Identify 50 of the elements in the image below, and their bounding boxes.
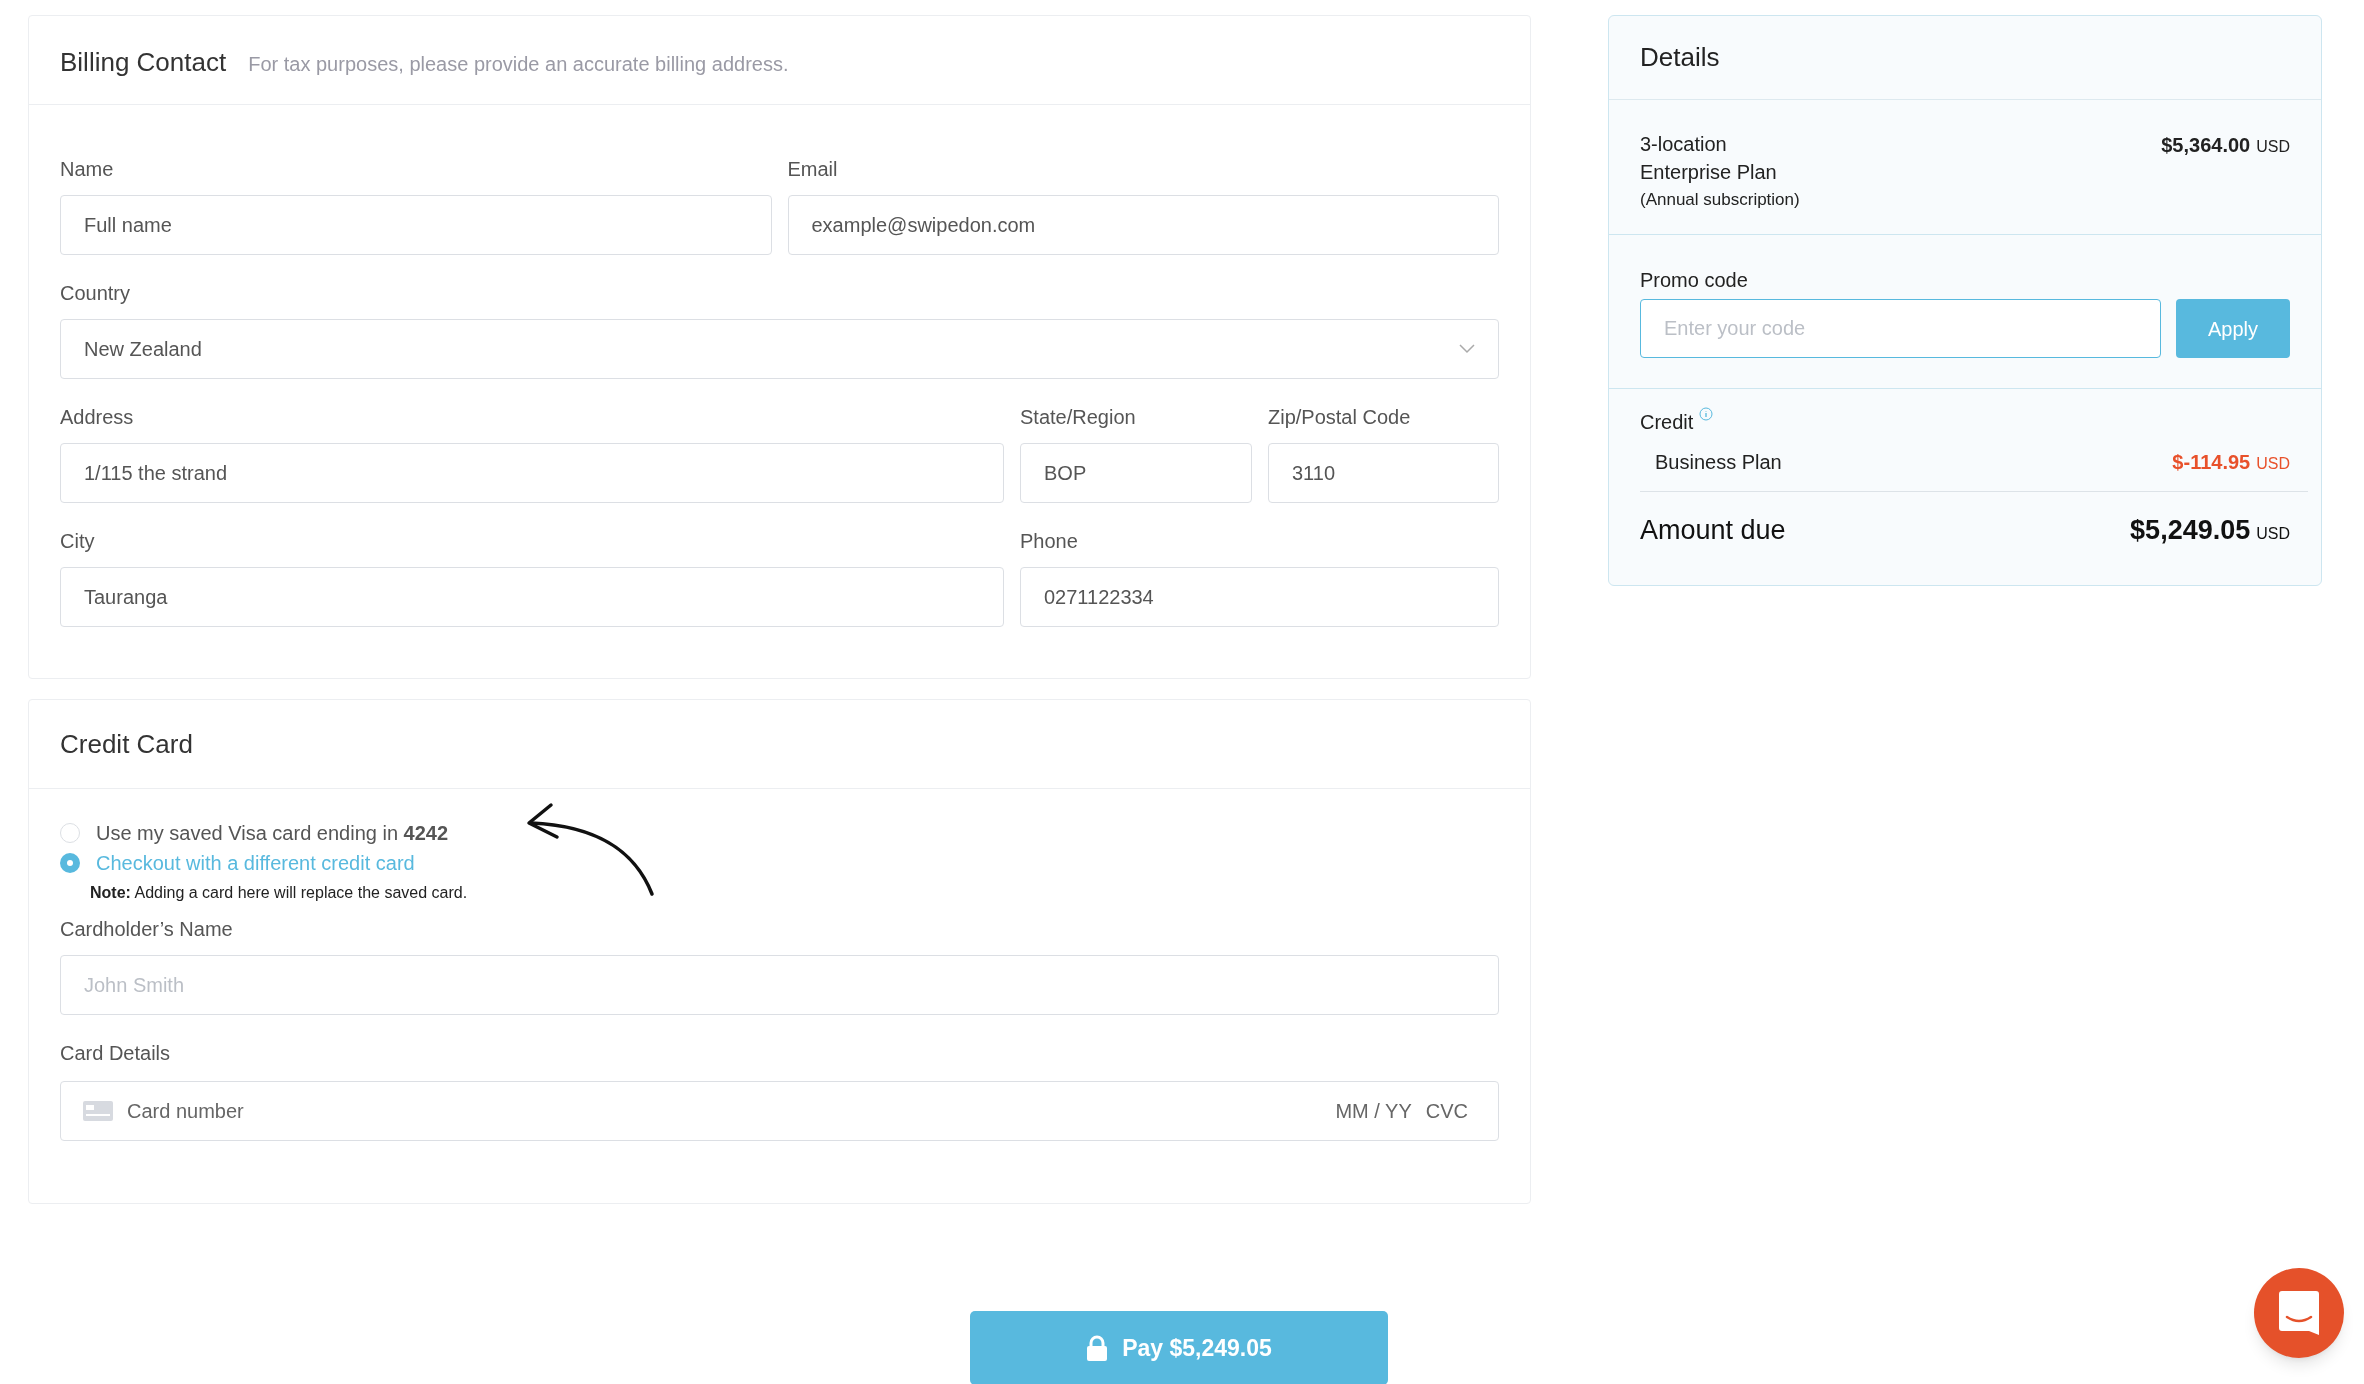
field-label: Name: [60, 157, 115, 181]
chevron-down-icon: [1459, 344, 1475, 354]
chat-icon: [2279, 1291, 2319, 1335]
currency-label: USD: [2256, 454, 2290, 474]
radio-button[interactable]: [60, 823, 80, 843]
currency-label: USD: [2256, 137, 2290, 157]
input-field[interactable]: John Smith: [60, 955, 1499, 1015]
cvc-placeholder: CVC: [1425, 1099, 1468, 1124]
panel-title: Details: [1640, 41, 1720, 74]
plan-price: $5,364.00: [2161, 133, 2251, 158]
input-field[interactable]: 1/115 the strand: [60, 443, 1004, 503]
credit-amount: $-114.95: [2172, 450, 2251, 475]
field-label: Phone: [1020, 529, 1079, 553]
input-field[interactable]: 3110: [1268, 443, 1499, 503]
card-number-placeholder: Card number: [127, 1099, 245, 1124]
field-label: Country: [60, 281, 132, 305]
input-field[interactable]: Tauranga: [60, 567, 1004, 627]
field-label: Cardholder’s Name: [60, 917, 234, 941]
plan-note: (Annual subscription): [1640, 189, 1800, 211]
field-label: Zip/Postal Code: [1268, 405, 1412, 429]
radio-button[interactable]: [60, 853, 80, 873]
field-label: State/Region: [1020, 405, 1137, 429]
credit-label: Credit: [1640, 410, 1694, 435]
input-field[interactable]: example@swipedon.com: [787, 195, 1499, 255]
input-field[interactable]: Full name: [60, 195, 772, 255]
credit-card-icon: [83, 1101, 113, 1121]
card-title: Credit Card: [60, 727, 193, 761]
card-subtitle: For tax purposes, please provide an accurate billing address.: [248, 52, 789, 77]
expiry-placeholder: MM / YY: [1335, 1099, 1412, 1124]
field-label: Promo code: [1640, 268, 1749, 293]
country-select[interactable]: New Zealand: [60, 319, 1499, 379]
card-title: Billing Contact: [60, 46, 227, 79]
info-icon: [1699, 407, 1714, 421]
currency-label: USD: [2256, 524, 2290, 544]
field-label: Email: [787, 157, 839, 181]
card-details-field[interactable]: Card number MM / YY CVC: [60, 1081, 1499, 1141]
radio-label[interactable]: Use my saved Visa card ending in 4242: [96, 818, 449, 848]
field-label: Address: [60, 405, 135, 429]
field-label: Card Details: [60, 1041, 172, 1065]
promo-code-field[interactable]: Enter your code: [1640, 299, 2161, 358]
plan-name: Enterprise Plan: [1640, 160, 1778, 185]
lock-icon: [1086, 1335, 1109, 1361]
plan-name: 3-location: [1640, 132, 1728, 157]
input-field[interactable]: 0271122334: [1020, 567, 1499, 627]
field-label: City: [60, 529, 96, 553]
credit-item-name: Business Plan: [1655, 450, 1782, 475]
amount-due-value: $5,249.05: [2130, 514, 2251, 547]
note-text: Note: Adding a card here will replace the saved card.: [90, 883, 469, 903]
amount-due-label: Amount due: [1640, 514, 1786, 547]
input-field[interactable]: BOP: [1020, 443, 1252, 503]
